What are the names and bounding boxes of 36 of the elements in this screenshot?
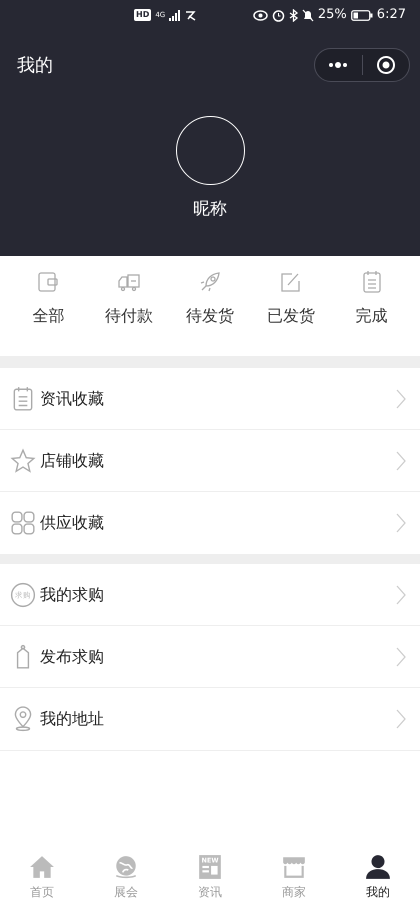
grid-icon (10, 510, 36, 536)
nickname: 昵称 (193, 198, 227, 221)
chevron-right-icon (396, 709, 406, 729)
chevron-right-icon (396, 388, 406, 408)
battery-percent: 25% (318, 6, 347, 24)
clock-time: 6:27 (376, 6, 406, 24)
battery-icon (350, 10, 373, 20)
close-mini-program-icon[interactable] (376, 55, 396, 75)
signal-icon (169, 10, 182, 20)
bell-off-icon (302, 8, 314, 22)
order-status-link[interactable]: 待付款 (105, 304, 154, 328)
wallet-icon (36, 270, 60, 294)
chevron-right-icon (396, 450, 406, 470)
hd-indicator: HD (134, 9, 152, 21)
menu-item[interactable]: 供应收藏 (0, 492, 420, 554)
page-title: 我的 (16, 54, 54, 78)
menu-item[interactable]: 发布求购 (0, 626, 420, 688)
eye-icon (252, 10, 268, 20)
order-status-link[interactable]: 待发货 (186, 304, 234, 328)
more-icon[interactable] (328, 62, 348, 68)
profile-icon (365, 854, 391, 880)
chevron-right-icon (396, 646, 406, 666)
menu-item[interactable]: 资讯收藏 (0, 368, 420, 430)
bluetooth-icon (288, 8, 298, 22)
tab-bar-item[interactable]: 我的 (336, 854, 420, 910)
order-status-link[interactable]: 已发货 (266, 304, 315, 328)
menu-item[interactable]: 店铺收藏 (0, 430, 420, 492)
order-status-link[interactable]: 完成 (356, 304, 388, 328)
chevron-right-icon (396, 513, 406, 533)
alarm-icon (272, 8, 285, 22)
chevron-right-icon (396, 584, 406, 604)
menu-item[interactable]: 我的地址 (0, 688, 420, 750)
star-icon (10, 448, 36, 474)
avatar[interactable] (176, 116, 244, 185)
order-status-link[interactable]: 全部 (32, 304, 64, 328)
home-icon (29, 854, 55, 880)
